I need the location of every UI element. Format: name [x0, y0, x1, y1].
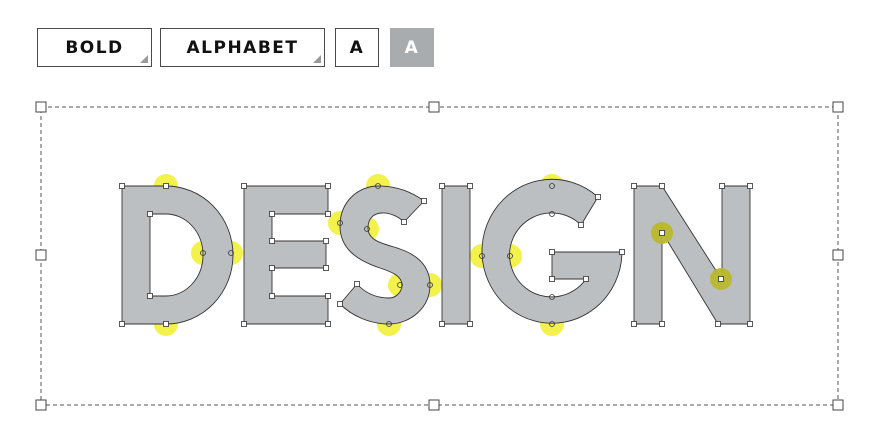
- handle-bottom-right[interactable]: [832, 399, 844, 411]
- handle-middle-left[interactable]: [35, 249, 47, 261]
- letter-i[interactable]: [441, 185, 471, 325]
- letters[interactable]: [121, 178, 751, 325]
- anchor-node: [241, 321, 247, 327]
- anchor-node: [269, 293, 275, 299]
- anchor-node: [439, 183, 445, 189]
- letter-n[interactable]: [633, 185, 751, 325]
- handle-top-center[interactable]: [428, 101, 440, 113]
- anchor-node: [269, 265, 275, 271]
- anchor-node: [269, 238, 275, 244]
- anchor-node: [583, 276, 589, 282]
- anchor-node: [163, 321, 169, 327]
- anchor-node: [325, 211, 331, 217]
- design-canvas[interactable]: [0, 0, 880, 431]
- anchor-node: [325, 293, 331, 299]
- anchor-node: [715, 321, 721, 327]
- anchor-node: [747, 321, 753, 327]
- anchor-node: [325, 183, 331, 189]
- anchor-node: [147, 293, 153, 299]
- anchor-node: [337, 301, 343, 307]
- anchor-node: [631, 321, 637, 327]
- anchor-node: [549, 249, 555, 255]
- anchor-node: [323, 265, 329, 271]
- anchor-node: [659, 230, 665, 236]
- anchor-node: [718, 276, 724, 282]
- anchor-node: [323, 238, 329, 244]
- anchor-node: [439, 321, 445, 327]
- anchor-node: [659, 183, 665, 189]
- anchor-node: [595, 194, 601, 200]
- anchor-node: [269, 211, 275, 217]
- anchor-node: [401, 219, 407, 225]
- handle-middle-right[interactable]: [832, 249, 844, 261]
- handle-top-left[interactable]: [35, 101, 47, 113]
- anchor-node: [147, 211, 153, 217]
- anchor-node: [631, 183, 637, 189]
- anchor-node: [119, 321, 125, 327]
- anchor-node: [241, 183, 247, 189]
- letter-e[interactable]: [243, 185, 329, 325]
- anchor-node: [619, 249, 625, 255]
- anchor-node: [119, 183, 125, 189]
- anchor-node: [467, 321, 473, 327]
- anchor-node: [163, 183, 169, 189]
- anchor-node: [421, 198, 427, 204]
- anchor-node: [354, 281, 360, 287]
- handle-bottom-left[interactable]: [35, 399, 47, 411]
- letter-s[interactable]: [339, 185, 431, 325]
- anchor-node: [325, 321, 331, 327]
- anchor-node: [549, 276, 555, 282]
- handle-bottom-center[interactable]: [428, 399, 440, 411]
- handle-top-right[interactable]: [832, 101, 844, 113]
- letter-d[interactable]: [121, 185, 234, 325]
- anchor-node: [719, 183, 725, 189]
- anchor-node: [747, 183, 753, 189]
- anchor-node: [659, 321, 665, 327]
- selection-frame: [40, 106, 839, 406]
- anchor-node: [467, 183, 473, 189]
- anchor-node: [578, 222, 584, 228]
